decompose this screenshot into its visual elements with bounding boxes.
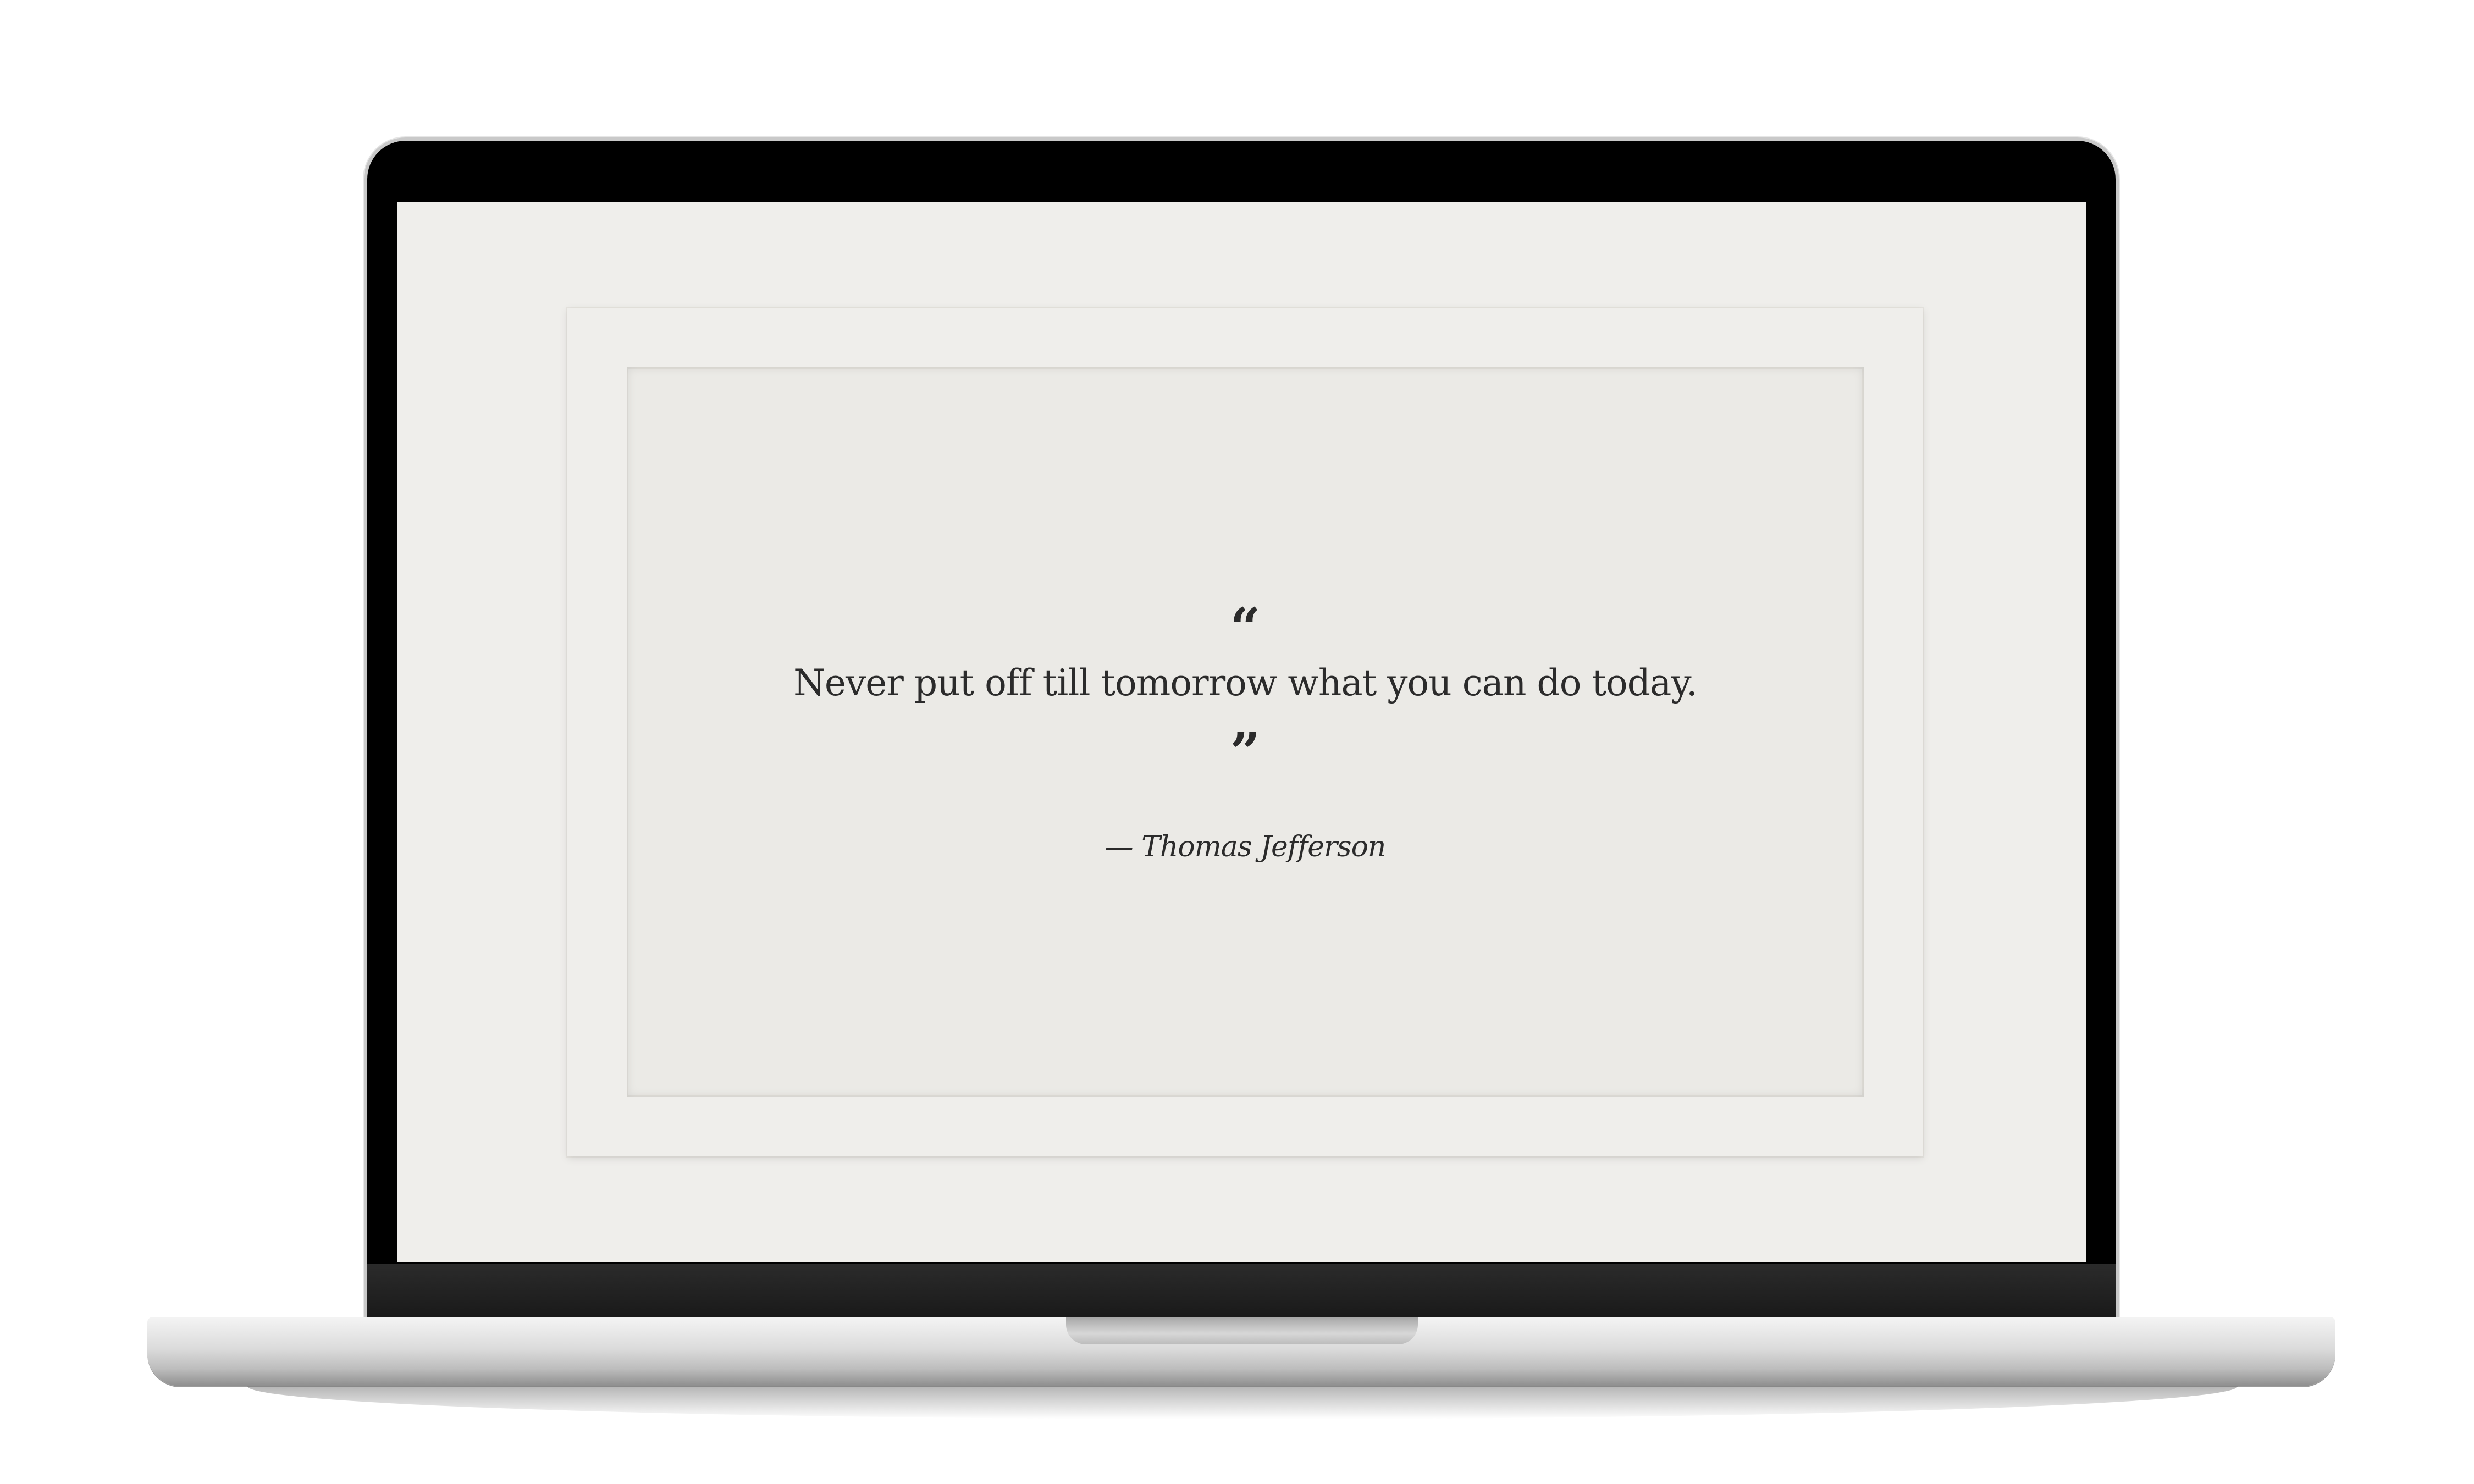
laptop-base (147, 1317, 2335, 1386)
quote-text: Never put off till tomorrow what you can… (793, 661, 1698, 704)
stage: “ Never put off till tomorrow what you c… (0, 0, 2474, 1484)
laptop-screen: “ Never put off till tomorrow what you c… (397, 202, 2086, 1262)
laptop-base-shadow (247, 1386, 2238, 1419)
open-quote-icon: “ (1230, 596, 1261, 658)
quote-frame: “ Never put off till tomorrow what you c… (567, 308, 1923, 1156)
laptop-bezel-chin (367, 1264, 2116, 1317)
laptop-opening-notch (1066, 1317, 1418, 1344)
close-quote-icon: ” (1230, 721, 1261, 783)
quote-card: “ Never put off till tomorrow what you c… (627, 367, 1864, 1097)
quote-attribution: — Thomas Jefferson (1105, 830, 1387, 863)
